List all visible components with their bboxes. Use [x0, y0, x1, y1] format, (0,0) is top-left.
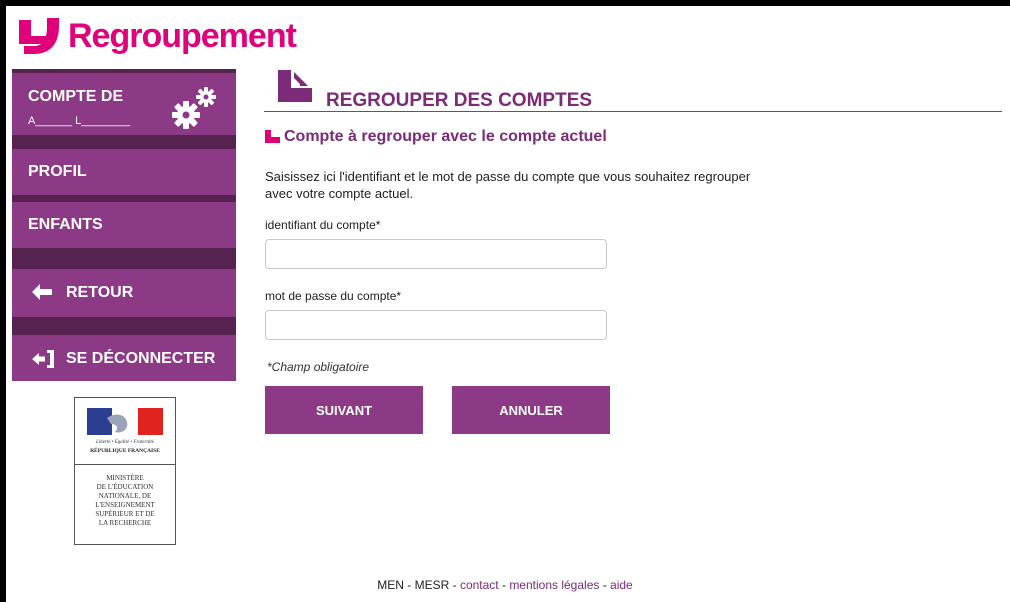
brand-arrow-icon	[19, 18, 59, 54]
account-title: COMPTE DE	[28, 88, 124, 105]
footer-help-link[interactable]: aide	[610, 578, 633, 592]
window-top-border	[0, 0, 1010, 6]
account-name: A______ L________	[28, 115, 131, 127]
gears-icon	[172, 87, 216, 129]
back-label: RETOUR	[66, 284, 134, 301]
ministry-motto: Liberté • Égalité • Fraternité	[96, 440, 154, 445]
sidebar-item-enfants[interactable]: ENFANTS	[12, 202, 236, 248]
ministry-name: MINISTÈRE DE L'ÉDUCATION NATIONALE, DE L…	[95, 474, 155, 527]
marianne-flag-icon	[87, 408, 163, 435]
sidebar-item-label: ENFANTS	[28, 216, 103, 233]
site-logo[interactable]: Regroupement	[16, 14, 297, 58]
password-label: mot de passe du compte*	[265, 289, 402, 303]
ministry-logo: Liberté • Égalité • Fraternité RÉPUBLIQU…	[74, 397, 176, 545]
identifier-input[interactable]	[265, 239, 607, 269]
footer-men: MEN	[377, 578, 404, 592]
republic-flag-block: Liberté • Égalité • Fraternité RÉPUBLIQU…	[75, 398, 175, 465]
identifier-label: identifiant du compte*	[265, 218, 381, 232]
page-title: REGROUPER DES COMPTES	[326, 90, 593, 111]
sidebar-item-profil[interactable]: PROFIL	[12, 149, 236, 195]
footer-legal-link[interactable]: mentions légales	[509, 578, 599, 592]
next-button[interactable]: SUIVANT	[265, 386, 423, 434]
footer: MEN - MESR - contact - mentions légales …	[377, 578, 633, 592]
footer-mesr: MESR	[414, 578, 450, 592]
password-input[interactable]	[265, 310, 607, 340]
window-left-border	[0, 0, 6, 602]
section-subtitle: Compte à regrouper avec le compte actuel	[284, 128, 607, 145]
sidebar-account[interactable]: COMPTE DE A______ L________	[12, 73, 236, 135]
arrow-left-icon	[32, 284, 52, 300]
brand-name: Regroupement	[68, 16, 297, 55]
footer-contact-link[interactable]: contact	[460, 578, 499, 592]
title-divider	[264, 111, 1002, 112]
ministry-republic: RÉPUBLIQUE FRANÇAISE	[90, 448, 160, 454]
back-button[interactable]: RETOUR	[12, 269, 236, 317]
logout-label: SE DÉCONNECTER	[66, 350, 216, 367]
sidebar-item-label: PROFIL	[28, 163, 87, 180]
required-note: *Champ obligatoire	[267, 360, 370, 374]
subtitle-arrow-icon	[265, 130, 280, 143]
logout-button[interactable]: SE DÉCONNECTER	[12, 335, 236, 381]
logout-icon	[32, 350, 54, 368]
sidebar: COMPTE DE A______ L________ PROFIL ENFAN…	[12, 69, 236, 381]
section-arrow-icon	[278, 70, 312, 102]
form-description: Saisissez ici l'identifiant et le mot de…	[265, 169, 751, 201]
cancel-button[interactable]: ANNULER	[452, 386, 610, 434]
